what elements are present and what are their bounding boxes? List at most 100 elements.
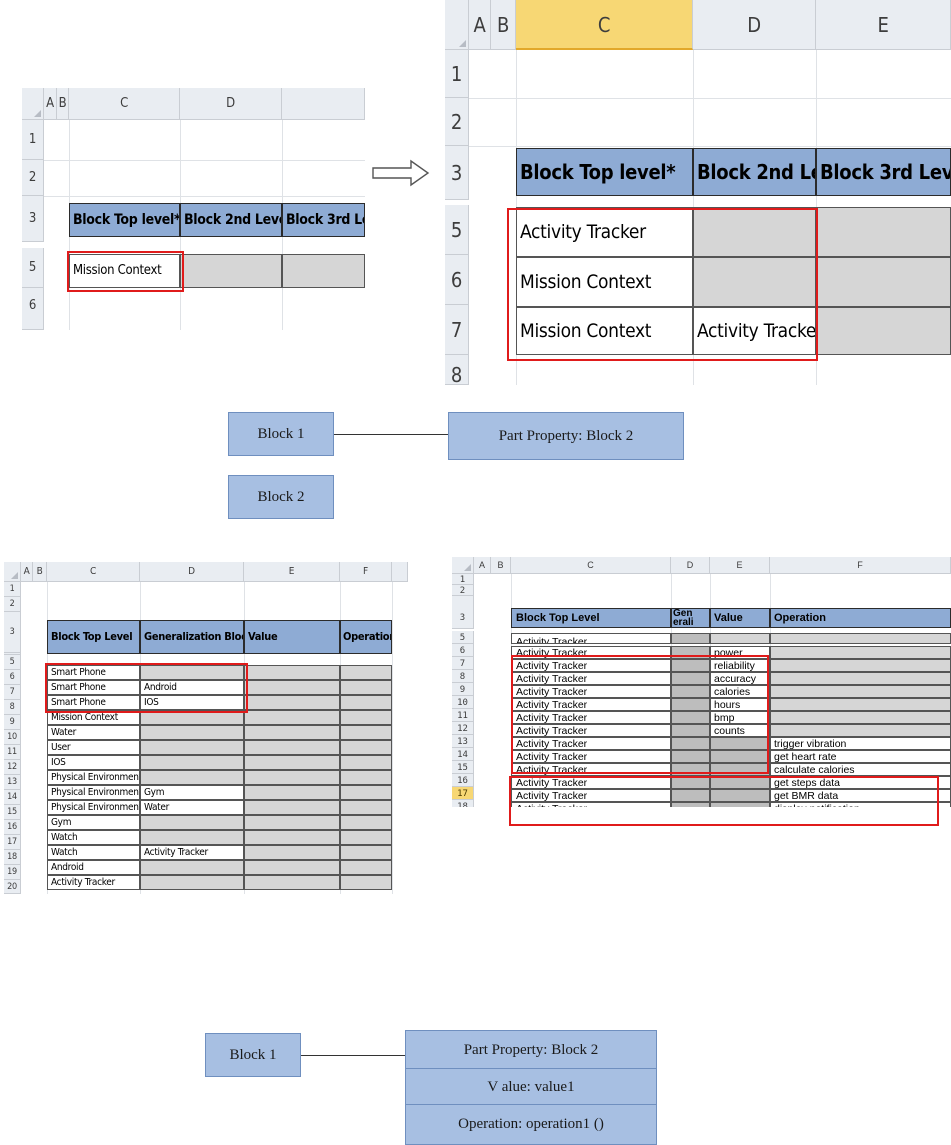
table-row-cell-operation[interactable]: get steps data bbox=[770, 776, 951, 789]
row-header[interactable]: 18 bbox=[4, 850, 21, 865]
row-header[interactable]: 15 bbox=[452, 761, 474, 774]
row-header[interactable]: 5 bbox=[22, 248, 44, 288]
row-header[interactable]: 2 bbox=[22, 160, 44, 196]
table-row-cell-value[interactable] bbox=[244, 755, 340, 770]
cell-block-top-level[interactable]: Activity Tracker bbox=[516, 207, 693, 257]
table-row-cell-value[interactable] bbox=[244, 665, 340, 680]
table-row-cell-operation[interactable] bbox=[340, 800, 392, 815]
row-header[interactable]: 14 bbox=[452, 748, 474, 761]
column-header[interactable]: F bbox=[340, 562, 392, 582]
table-row-cell-block[interactable]: Activity Tracker bbox=[511, 737, 671, 750]
table-row-cell-block[interactable]: Activity Tracker bbox=[511, 750, 671, 763]
row-header[interactable]: 2 bbox=[445, 98, 469, 146]
header-block-top-level[interactable]: Block Top level* bbox=[69, 203, 180, 237]
column-header[interactable]: A bbox=[469, 0, 491, 50]
table-row-cell-operation[interactable]: calculate calories bbox=[770, 763, 951, 776]
column-header[interactable]: C bbox=[69, 88, 180, 120]
row-header[interactable]: 16 bbox=[4, 820, 21, 835]
row-header[interactable]: 17 bbox=[4, 835, 21, 850]
row-header[interactable]: 5 bbox=[452, 631, 474, 644]
column-header[interactable]: E bbox=[816, 0, 951, 50]
table-row-cell-block[interactable]: Watch bbox=[47, 845, 140, 860]
table-row-cell-generalization[interactable] bbox=[671, 724, 710, 737]
column-header[interactable] bbox=[392, 562, 408, 582]
table-row-cell-operation[interactable] bbox=[340, 725, 392, 740]
row-header[interactable]: 13 bbox=[452, 735, 474, 748]
header-block-2nd-level[interactable]: Block 2nd Level* bbox=[180, 203, 282, 237]
row-header[interactable]: 8 bbox=[4, 700, 21, 715]
row-header[interactable]: 18 bbox=[452, 800, 474, 807]
table-row-cell-value[interactable] bbox=[244, 800, 340, 815]
table-row-cell-generalization[interactable]: Android bbox=[140, 680, 244, 695]
table-row-cell-generalization[interactable] bbox=[671, 659, 710, 672]
table-row-cell-generalization[interactable] bbox=[671, 646, 710, 659]
block-2-box[interactable]: Block 2 bbox=[228, 475, 334, 519]
block-1-box[interactable]: Block 1 bbox=[228, 412, 334, 456]
table-row-cell-block[interactable]: Activity Tracker bbox=[511, 646, 671, 659]
table-row-cell-value[interactable] bbox=[244, 830, 340, 845]
table-row-cell-value[interactable] bbox=[710, 789, 770, 802]
row-header[interactable]: 8 bbox=[445, 355, 469, 385]
column-header[interactable]: A bbox=[44, 88, 57, 120]
table-row-cell-operation[interactable] bbox=[340, 830, 392, 845]
table-row-cell-value[interactable]: accuracy bbox=[710, 672, 770, 685]
table-row-cell-value[interactable] bbox=[244, 875, 340, 890]
table-row-cell-operation[interactable] bbox=[770, 724, 951, 737]
part-property-box[interactable]: Part Property: Block 2 bbox=[405, 1030, 657, 1070]
row-header[interactable]: 10 bbox=[452, 696, 474, 709]
row-header[interactable]: 5 bbox=[4, 655, 21, 670]
table-row-cell-generalization[interactable] bbox=[671, 685, 710, 698]
row-header[interactable]: 19 bbox=[4, 865, 21, 880]
column-header[interactable]: B bbox=[491, 557, 511, 574]
table-row-cell-value[interactable] bbox=[710, 737, 770, 750]
table-row-cell-generalization[interactable] bbox=[140, 770, 244, 785]
row-header[interactable]: 8 bbox=[452, 670, 474, 683]
table-row-cell-generalization[interactable] bbox=[140, 740, 244, 755]
table-row-cell-value[interactable]: bmp bbox=[710, 711, 770, 724]
header-block-3rd-level[interactable]: Block 3rd Level* bbox=[816, 148, 951, 196]
column-header[interactable]: E bbox=[710, 557, 770, 574]
table-row-cell-operation[interactable] bbox=[340, 815, 392, 830]
table-row-cell-generalization[interactable] bbox=[671, 672, 710, 685]
column-header[interactable]: F bbox=[770, 557, 951, 574]
table-row-cell-block[interactable]: User bbox=[47, 740, 140, 755]
table-row-cell-operation[interactable] bbox=[770, 659, 951, 672]
header-generalization[interactable]: Gen erali bbox=[671, 608, 710, 628]
column-header[interactable]: A bbox=[21, 562, 33, 582]
table-row-cell-value[interactable]: calories bbox=[710, 685, 770, 698]
table-row-cell-value[interactable] bbox=[244, 845, 340, 860]
table-row-cell-generalization[interactable] bbox=[671, 750, 710, 763]
header-operation[interactable]: Operation bbox=[340, 620, 392, 654]
table-row-cell-block[interactable]: Activity Tracker bbox=[511, 633, 671, 644]
table-row-cell-value[interactable] bbox=[244, 680, 340, 695]
header-operation[interactable]: Operation bbox=[770, 608, 951, 628]
row-header[interactable]: 7 bbox=[445, 305, 469, 355]
table-row-cell-value[interactable] bbox=[244, 770, 340, 785]
table-row-cell-value[interactable] bbox=[244, 710, 340, 725]
row-header[interactable]: 10 bbox=[4, 730, 21, 745]
table-row-cell-value[interactable]: power bbox=[710, 646, 770, 659]
row-header[interactable]: 2 bbox=[4, 597, 21, 612]
block-1-box[interactable]: Block 1 bbox=[205, 1033, 301, 1077]
table-row-cell-block[interactable]: Activity Tracker bbox=[47, 875, 140, 890]
row-header[interactable]: 13 bbox=[4, 775, 21, 790]
table-row-cell-block[interactable]: Activity Tracker bbox=[511, 672, 671, 685]
table-row-cell-block[interactable]: Activity Tracker bbox=[511, 724, 671, 737]
table-row-cell-operation[interactable] bbox=[770, 685, 951, 698]
column-header[interactable]: D bbox=[140, 562, 244, 582]
table-row-cell-block[interactable]: Water bbox=[47, 725, 140, 740]
table-row-cell-block[interactable]: Physical Environment bbox=[47, 770, 140, 785]
table-row-cell-operation[interactable] bbox=[770, 672, 951, 685]
table-row-cell-value[interactable]: hours bbox=[710, 698, 770, 711]
column-header-selected[interactable]: C bbox=[516, 0, 693, 50]
header-block-top-level[interactable]: Block Top Level bbox=[47, 620, 140, 654]
cell-block-3rd-level[interactable] bbox=[816, 307, 951, 355]
table-row-cell-generalization[interactable] bbox=[140, 755, 244, 770]
row-header[interactable]: 7 bbox=[4, 685, 21, 700]
table-row-cell-operation[interactable] bbox=[340, 770, 392, 785]
table-row-cell-value[interactable] bbox=[244, 695, 340, 710]
row-header[interactable]: 1 bbox=[445, 50, 469, 98]
table-row-cell-operation[interactable] bbox=[340, 785, 392, 800]
table-row-cell-operation[interactable] bbox=[770, 633, 951, 644]
row-header[interactable]: 7 bbox=[452, 657, 474, 670]
